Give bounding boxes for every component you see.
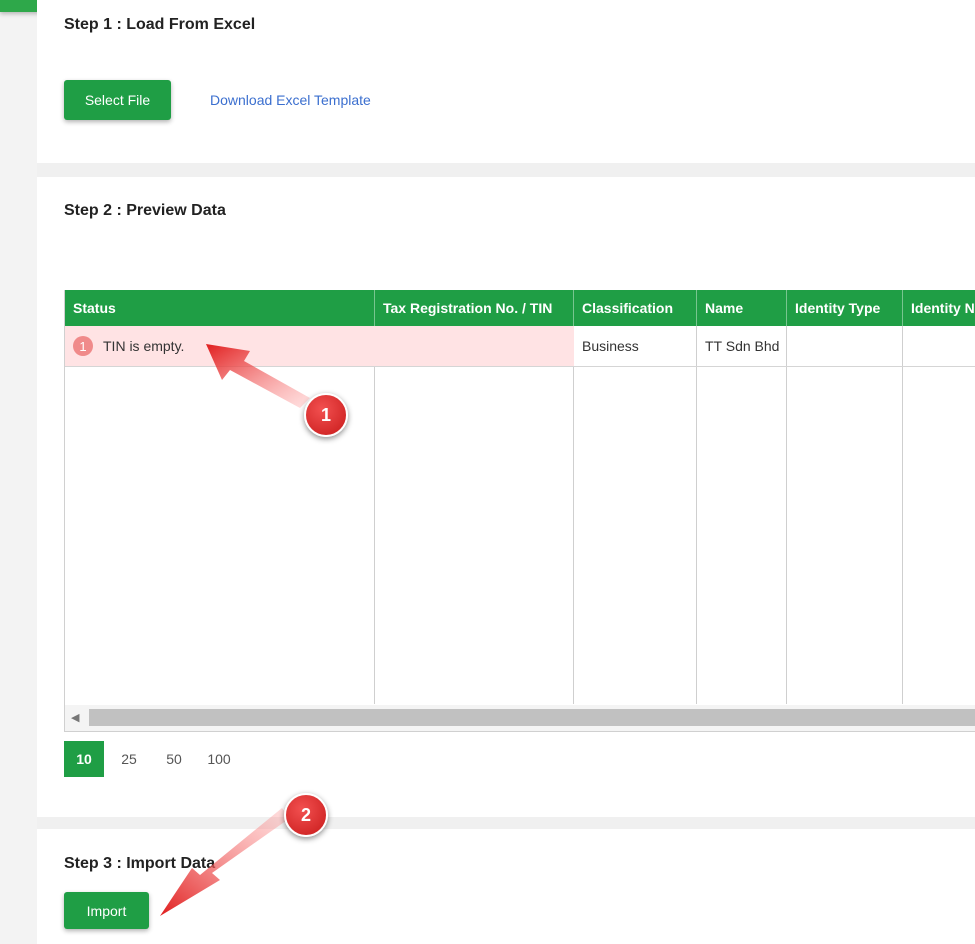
preview-grid: Status Tax Registration No. / TIN Classi…	[64, 290, 975, 732]
classification-cell: Business	[582, 338, 639, 354]
error-count-icon: 1	[73, 336, 93, 356]
horizontal-scrollbar[interactable]: ◀	[65, 705, 975, 731]
header-identity-type[interactable]: Identity Type	[787, 290, 903, 326]
header-tin[interactable]: Tax Registration No. / TIN	[375, 290, 574, 326]
status-text: TIN is empty.	[103, 338, 185, 354]
step2-title: Step 2 : Preview Data	[64, 202, 226, 219]
grid-header: Status Tax Registration No. / TIN Classi…	[65, 290, 975, 326]
page-size-100[interactable]: 100	[199, 741, 239, 777]
page-size-25[interactable]: 25	[109, 741, 149, 777]
step3-card: Step 3 : Import Data Import	[37, 829, 975, 944]
select-file-button[interactable]: Select File	[64, 80, 171, 120]
scrollbar-thumb[interactable]	[89, 709, 975, 726]
step1-card: Step 1 : Load From Excel Select File Dow…	[37, 0, 975, 163]
header-name[interactable]: Name	[697, 290, 787, 326]
import-button[interactable]: Import	[64, 892, 149, 929]
step3-title: Step 3 : Import Data	[64, 855, 216, 872]
annotation-badge-2: 2	[284, 793, 328, 837]
page-size-selector: 10 25 50 100	[64, 741, 244, 777]
identity-no-cell	[903, 326, 975, 366]
header-status[interactable]: Status	[65, 290, 375, 326]
page-gutter	[0, 0, 37, 944]
page-size-10[interactable]: 10	[64, 741, 104, 777]
tin-cell	[375, 326, 574, 366]
page-size-50[interactable]: 50	[154, 741, 194, 777]
table-row[interactable]: 1 TIN is empty. Business TT Sdn Bhd	[65, 326, 975, 367]
step2-card: Step 2 : Preview Data Status Tax Registr…	[37, 177, 975, 817]
header-classification[interactable]: Classification	[574, 290, 697, 326]
step1-title: Step 1 : Load From Excel	[64, 16, 256, 33]
name-cell: TT Sdn Bhd	[705, 338, 780, 354]
scroll-left-icon[interactable]: ◀	[71, 711, 79, 724]
annotation-badge-1: 1	[304, 393, 348, 437]
download-template-link[interactable]: Download Excel Template	[210, 92, 371, 108]
header-identity-no[interactable]: Identity No	[903, 290, 975, 326]
identity-type-cell	[787, 326, 903, 366]
status-cell: 1 TIN is empty.	[65, 326, 375, 366]
